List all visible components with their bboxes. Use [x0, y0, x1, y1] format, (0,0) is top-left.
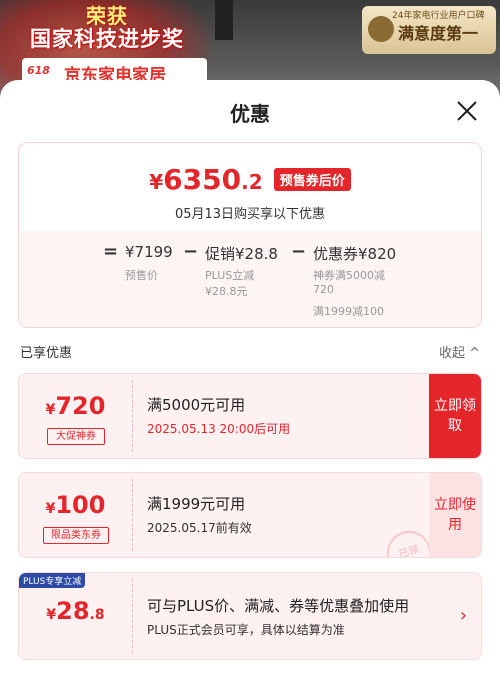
banner-slogan-line2: 国家科技进步奖	[30, 27, 184, 51]
promo-sub1: PLUS立减	[205, 269, 255, 282]
presale-price: ¥7199	[125, 243, 173, 261]
final-price: ¥6350.2	[149, 163, 263, 196]
coupon-amount: ¥720	[45, 392, 106, 420]
coupon-amount: ¥100	[45, 491, 106, 519]
plus-amount: ¥28.8	[46, 597, 105, 625]
plus-description: 可与PLUS价、满减、券等优惠叠加使用	[147, 597, 410, 615]
equals-sign: =	[103, 241, 119, 262]
collapse-button[interactable]: 收起 ^	[439, 342, 480, 361]
chevron-right-icon[interactable]: ›	[460, 605, 467, 626]
final-price-row: ¥6350.2 预售券后价	[19, 163, 481, 196]
purchase-date-line: 05月13日购买享以下优惠	[174, 207, 326, 222]
coupon-time: 2025.05.17前有效	[147, 521, 252, 535]
coupon-sub1: 神券满5000减	[313, 269, 385, 282]
close-icon[interactable]	[456, 100, 478, 122]
use-coupon-button[interactable]: 立即使用	[429, 473, 481, 557]
coupon-divider	[132, 579, 133, 653]
banner-divider	[215, 0, 233, 40]
coupon-time: 2025.05.13 20:00后可用	[147, 422, 291, 436]
coupon-sub2: 720	[313, 283, 334, 296]
store-tag: 618	[27, 64, 50, 77]
coupon-divider	[132, 479, 133, 551]
claim-coupon-button[interactable]: 立即领取	[429, 374, 481, 458]
award-icon	[368, 16, 394, 42]
coupon-badge: 大促神券	[47, 428, 105, 445]
price-summary-card: ¥6350.2 预售券后价 05月13日购买享以下优惠 = ¥7199 预售价 …	[18, 142, 482, 328]
discount-sheet: 优惠 ¥6350.2 预售券后价 05月13日购买享以下优惠 = ¥7199 预…	[0, 80, 500, 677]
enjoyed-discounts-label: 已享优惠	[20, 346, 73, 361]
coupon-value: 优惠券¥820	[313, 245, 397, 263]
minus-sign-2: −	[291, 241, 307, 262]
coupon-condition: 满1999元可用	[147, 495, 246, 513]
promo-value: 促销¥28.8	[205, 245, 278, 263]
award-big-text: 满意度第一	[398, 24, 479, 43]
coupon-card: ¥100 限品类东券 满1999元可用 2025.05.17前有效 已领 立即使…	[18, 472, 482, 558]
plus-discount-card[interactable]: PLUS专享立减 ¥28.8 可与PLUS价、满减、券等优惠叠加使用 PLUS正…	[18, 572, 482, 660]
plus-tag: PLUS专享立减	[19, 573, 86, 588]
coupon-divider	[132, 380, 133, 452]
presale-label: 预售价	[125, 269, 158, 282]
coupon-sub3: 满1999减100	[313, 305, 384, 318]
coupon-badge: 限品类东券	[43, 527, 109, 544]
coupon-condition: 满5000元可用	[147, 396, 246, 414]
sheet-title: 优惠	[230, 102, 270, 126]
minus-sign-1: −	[183, 241, 199, 262]
plus-note: PLUS正式会员可享，具体以结算为准	[147, 623, 345, 637]
price-tag: 预售券后价	[273, 168, 351, 191]
coupon-card: ¥720 大促神券 满5000元可用 2025.05.13 20:00后可用 立…	[18, 373, 482, 459]
promo-sub2: ¥28.8元	[205, 285, 248, 298]
